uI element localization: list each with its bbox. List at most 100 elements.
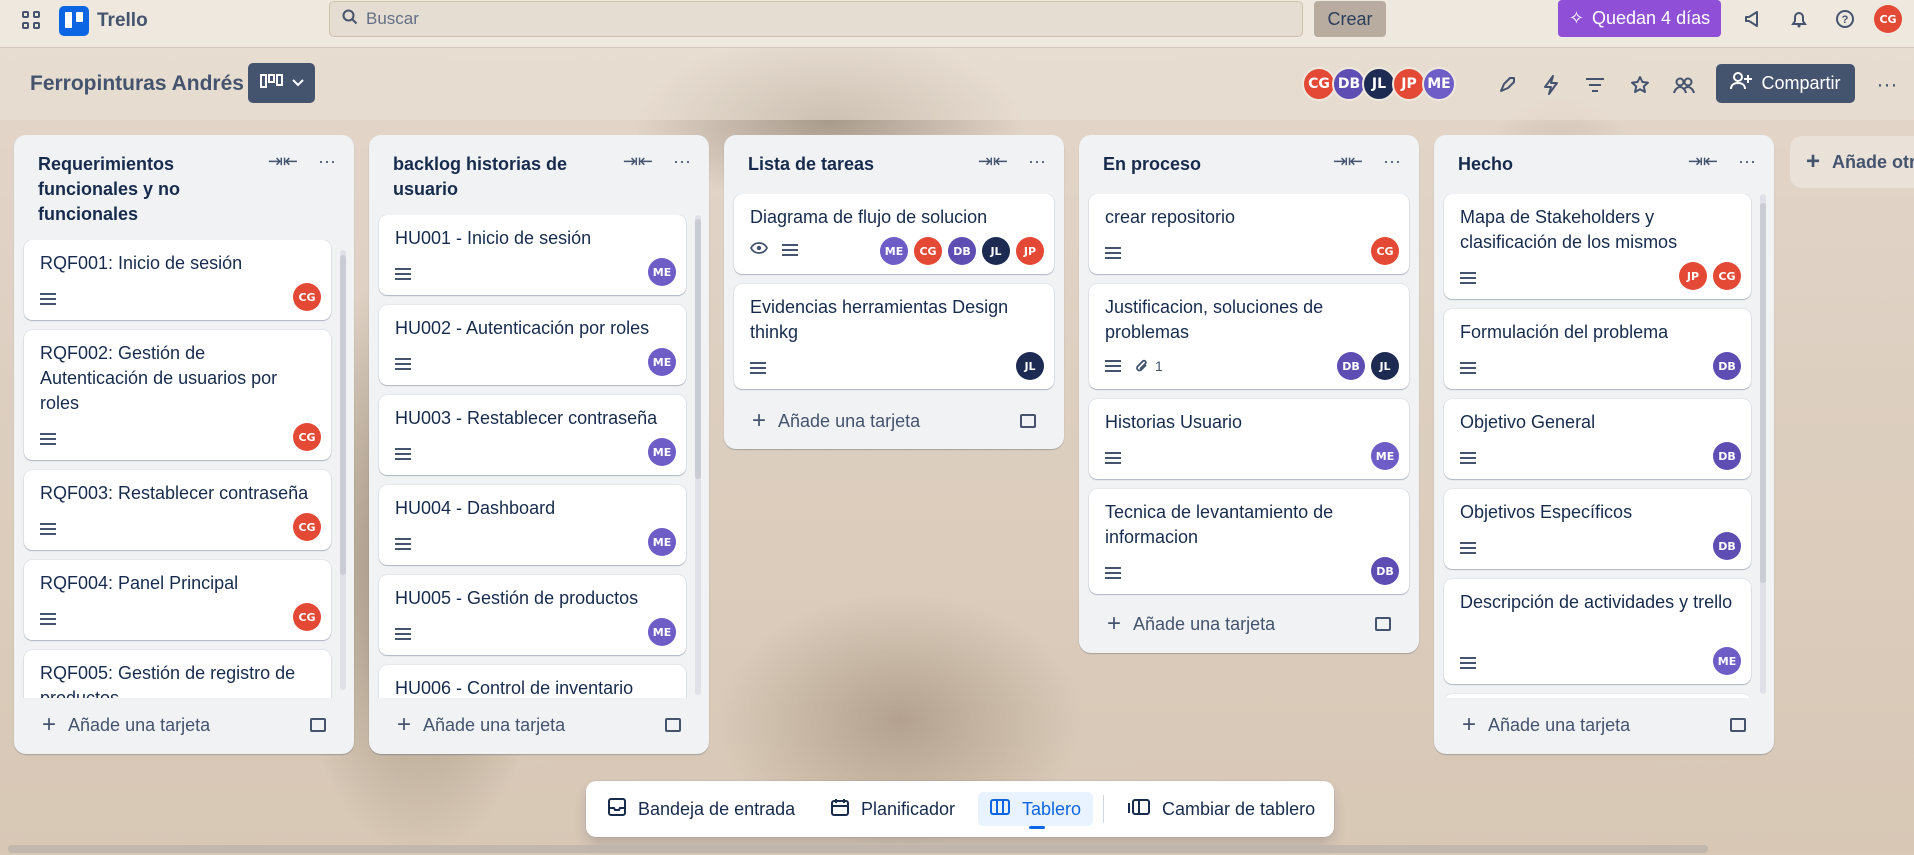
member-avatar[interactable]: DB: [1713, 352, 1741, 380]
member-avatar[interactable]: CG: [293, 283, 321, 311]
member-avatar[interactable]: JP: [1679, 262, 1707, 290]
member-avatar[interactable]: CG: [293, 423, 321, 451]
card[interactable]: RQF001: Inicio de sesión CG: [24, 240, 331, 320]
member-avatar[interactable]: ME: [1371, 442, 1399, 470]
card[interactable]: Diagrama de flujo de solucion ME CG DB J…: [734, 194, 1054, 274]
collapse-list-icon[interactable]: ⇥⇤: [978, 151, 1008, 172]
member-avatar[interactable]: JL: [1362, 67, 1396, 101]
card[interactable]: Justificacion, soluciones de problemas 1…: [1089, 284, 1409, 389]
search-box[interactable]: [329, 1, 1303, 37]
member-avatar[interactable]: DB: [948, 237, 976, 265]
card[interactable]: RQF003: Restablecer contraseña CG: [24, 470, 331, 550]
template-icon[interactable]: [665, 718, 681, 732]
template-icon[interactable]: [1020, 414, 1036, 428]
member-avatar[interactable]: CG: [1371, 237, 1399, 265]
add-card-button[interactable]: + Añade una tarjeta: [1446, 706, 1762, 744]
more-options-icon[interactable]: ···: [1874, 72, 1900, 98]
create-button[interactable]: Crear: [1314, 1, 1386, 37]
board-view-switcher[interactable]: [248, 63, 315, 103]
card[interactable]: HU002 - Autenticación por roles ME: [379, 305, 686, 385]
list-menu-icon[interactable]: ···: [318, 151, 336, 172]
member-avatar[interactable]: JP: [1392, 67, 1426, 101]
search-input[interactable]: [366, 9, 1266, 29]
member-avatar[interactable]: ME: [648, 258, 676, 286]
add-list-button[interactable]: + Añade otra lista: [1790, 136, 1914, 188]
collapse-list-icon[interactable]: ⇥⇤: [623, 151, 653, 172]
member-avatar[interactable]: ME: [1713, 647, 1741, 675]
card[interactable]: HU003 - Restablecer contraseña ME: [379, 395, 686, 475]
card[interactable]: RQF005: Gestión de registro de productos: [24, 650, 331, 698]
member-avatar[interactable]: DB: [1337, 352, 1365, 380]
list-menu-icon[interactable]: ···: [1738, 151, 1756, 172]
add-card-button[interactable]: + Añade una tarjeta: [736, 402, 1052, 440]
member-avatar[interactable]: ME: [648, 618, 676, 646]
card[interactable]: Tecnica de levantamiento de informacion …: [1089, 489, 1409, 594]
nav-planner[interactable]: Planificador: [819, 792, 967, 826]
member-avatar[interactable]: JL: [1371, 352, 1399, 380]
nav-board[interactable]: Tablero: [978, 792, 1094, 826]
filter-icon[interactable]: [1582, 72, 1608, 98]
template-icon[interactable]: [1730, 718, 1746, 732]
help-icon[interactable]: ?: [1834, 8, 1856, 30]
card[interactable]: Objetivos Específicos DB: [1444, 489, 1751, 569]
add-card-button[interactable]: + Añade una tarjeta: [381, 706, 697, 744]
collapse-list-icon[interactable]: ⇥⇤: [1333, 151, 1363, 172]
list-menu-icon[interactable]: ···: [1028, 151, 1046, 172]
member-avatar[interactable]: ME: [648, 438, 676, 466]
scrollbar-thumb[interactable]: [340, 255, 346, 575]
card[interactable]: HU006 - Control de inventario: [379, 665, 686, 698]
card[interactable]: Objetivo General DB: [1444, 399, 1751, 479]
member-avatar[interactable]: DB: [1713, 442, 1741, 470]
card[interactable]: Evidencias herramientas Design thinkg JL: [734, 284, 1054, 389]
member-avatar[interactable]: JP: [1016, 237, 1044, 265]
member-avatar[interactable]: CG: [1302, 67, 1336, 101]
card[interactable]: RQF004: Panel Principal CG: [24, 560, 331, 640]
card[interactable]: crear repositorio CG: [1089, 194, 1409, 274]
board-members[interactable]: CG DB JL JP ME: [1302, 67, 1456, 101]
member-avatar[interactable]: DB: [1371, 557, 1399, 585]
member-avatar[interactable]: ME: [648, 348, 676, 376]
card[interactable]: HU001 - Inicio de sesión ME: [379, 215, 686, 295]
card[interactable]: RQF002: Gestión de Autenticación de usua…: [24, 330, 331, 460]
member-avatar[interactable]: ME: [648, 528, 676, 556]
list-title[interactable]: backlog historias de usuario: [393, 152, 593, 202]
card[interactable]: Descripción de actividades y trello ME: [1444, 579, 1751, 684]
nav-inbox[interactable]: Bandeja de entrada: [596, 792, 807, 826]
visibility-icon[interactable]: [1671, 72, 1697, 98]
member-avatar[interactable]: ME: [880, 237, 908, 265]
template-icon[interactable]: [1375, 617, 1391, 631]
card[interactable]: [1444, 694, 1751, 698]
list-title[interactable]: Lista de tareas: [748, 152, 874, 177]
member-avatar[interactable]: JL: [1016, 352, 1044, 380]
card[interactable]: Formulación del problema DB: [1444, 309, 1751, 389]
nav-switch-board[interactable]: Cambiar de tablero: [1116, 792, 1327, 826]
card[interactable]: Historias Usuario ME: [1089, 399, 1409, 479]
card[interactable]: HU005 - Gestión de productos ME: [379, 575, 686, 655]
collapse-list-icon[interactable]: ⇥⇤: [268, 151, 298, 172]
megaphone-icon[interactable]: [1742, 8, 1764, 30]
collapse-list-icon[interactable]: ⇥⇤: [1688, 151, 1718, 172]
bell-icon[interactable]: [1788, 8, 1810, 30]
list-title[interactable]: Requerimientos funcionales y no funciona…: [38, 152, 258, 227]
add-card-button[interactable]: + Añade una tarjeta: [26, 706, 342, 744]
board-title[interactable]: Ferropinturas Andrés: [30, 72, 244, 96]
list-menu-icon[interactable]: ···: [1383, 151, 1401, 172]
member-avatar[interactable]: CG: [293, 513, 321, 541]
scrollbar-thumb[interactable]: [695, 219, 701, 479]
template-icon[interactable]: [310, 718, 326, 732]
app-switcher-icon[interactable]: [20, 9, 42, 31]
share-button[interactable]: Compartir: [1716, 64, 1855, 103]
automation-icon[interactable]: [1538, 72, 1564, 98]
member-avatar[interactable]: DB: [1713, 532, 1741, 560]
add-card-button[interactable]: + Añade una tarjeta: [1091, 605, 1407, 643]
star-icon[interactable]: [1627, 72, 1653, 98]
member-avatar[interactable]: DB: [1332, 67, 1366, 101]
horizontal-scrollbar[interactable]: [8, 845, 1708, 853]
member-avatar[interactable]: CG: [1713, 262, 1741, 290]
trial-button[interactable]: ✧ Quedan 4 días: [1558, 0, 1721, 37]
power-ups-icon[interactable]: [1494, 72, 1520, 98]
card[interactable]: HU004 - Dashboard ME: [379, 485, 686, 565]
member-avatar[interactable]: JL: [982, 237, 1010, 265]
list-menu-icon[interactable]: ···: [673, 151, 691, 172]
member-avatar[interactable]: CG: [293, 603, 321, 631]
